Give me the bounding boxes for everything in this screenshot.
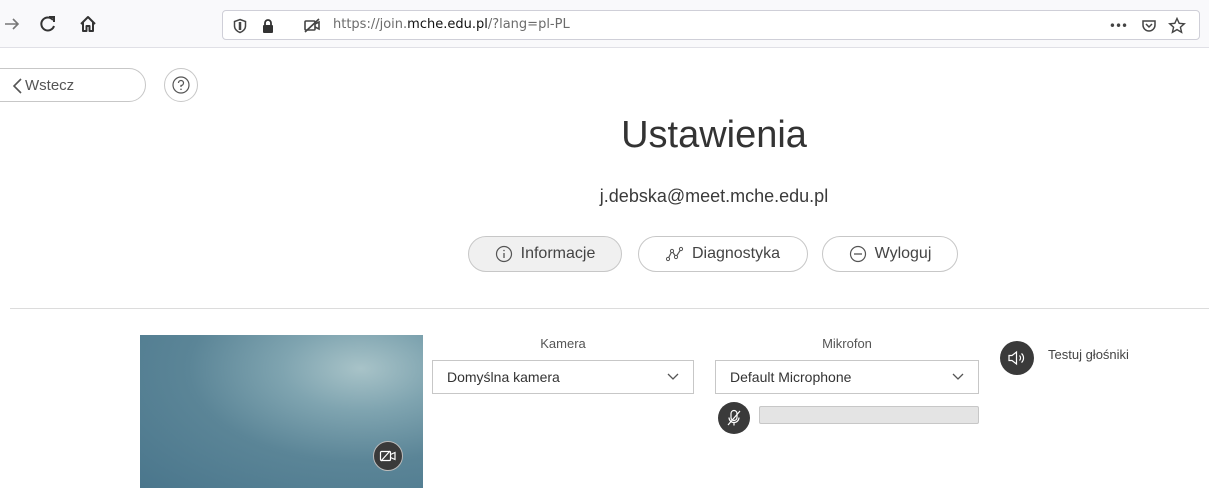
page-title: Ustawienia [621,114,807,156]
logout-button[interactable]: Wyloguj [822,236,958,272]
microphone-label: Mikrofon [822,336,872,351]
camera-preview [140,335,423,488]
info-button[interactable]: Informacje [468,236,622,272]
back-button[interactable]: Wstecz [0,68,146,102]
camera-off-icon [379,450,396,462]
minus-circle-icon [849,245,866,263]
lock-icon[interactable] [259,17,277,35]
camera-label: Kamera [540,336,586,351]
logout-button-label: Wyloguj [874,245,932,262]
bookmark-star-icon[interactable] [1167,17,1187,35]
speaker-test-label[interactable]: Testuj głośniki [1048,347,1129,362]
chevron-left-icon [12,78,22,94]
diagnostics-icon [665,246,684,262]
microphone-select[interactable]: Default Microphone [715,360,979,394]
camera-select-value: Domyślna kamera [447,369,560,385]
url-bar[interactable]: https://join.mche.edu.pl/?lang=pl-PL ••• [222,10,1200,40]
user-email: j.debska@meet.mche.edu.pl [599,186,829,206]
browser-toolbar: https://join.mche.edu.pl/?lang=pl-PL ••• [0,0,1209,48]
forward-arrow-icon[interactable] [0,12,24,36]
microphone-mute-button[interactable] [718,402,750,434]
home-icon[interactable] [76,12,100,36]
microphone-muted-icon [727,409,741,426]
pocket-icon[interactable] [1139,17,1159,35]
chevron-down-icon [952,373,964,380]
reload-icon[interactable] [36,12,60,36]
microphone-select-value: Default Microphone [730,369,852,385]
tracking-shield-icon[interactable] [231,17,249,35]
camera-toggle-button[interactable] [373,441,403,471]
help-button[interactable] [164,68,198,102]
url-text[interactable]: https://join.mche.edu.pl/?lang=pl-PL [333,17,570,32]
camera-select[interactable]: Domyślna kamera [432,360,694,394]
info-button-label: Informacje [520,245,596,262]
page-actions-menu-icon[interactable]: ••• [1103,17,1133,35]
back-button-label: Wstecz [25,76,75,94]
diagnostics-button-label: Diagnostyka [691,245,781,262]
divider [10,308,1209,309]
help-circle-icon [172,76,190,94]
camera-permission-icon[interactable] [303,17,321,35]
chevron-down-icon [667,373,679,380]
diagnostics-button[interactable]: Diagnostyka [638,236,808,272]
info-icon [495,245,512,263]
microphone-level-meter [759,406,979,424]
speaker-icon [1008,350,1025,366]
speaker-test-button[interactable] [1000,341,1034,375]
